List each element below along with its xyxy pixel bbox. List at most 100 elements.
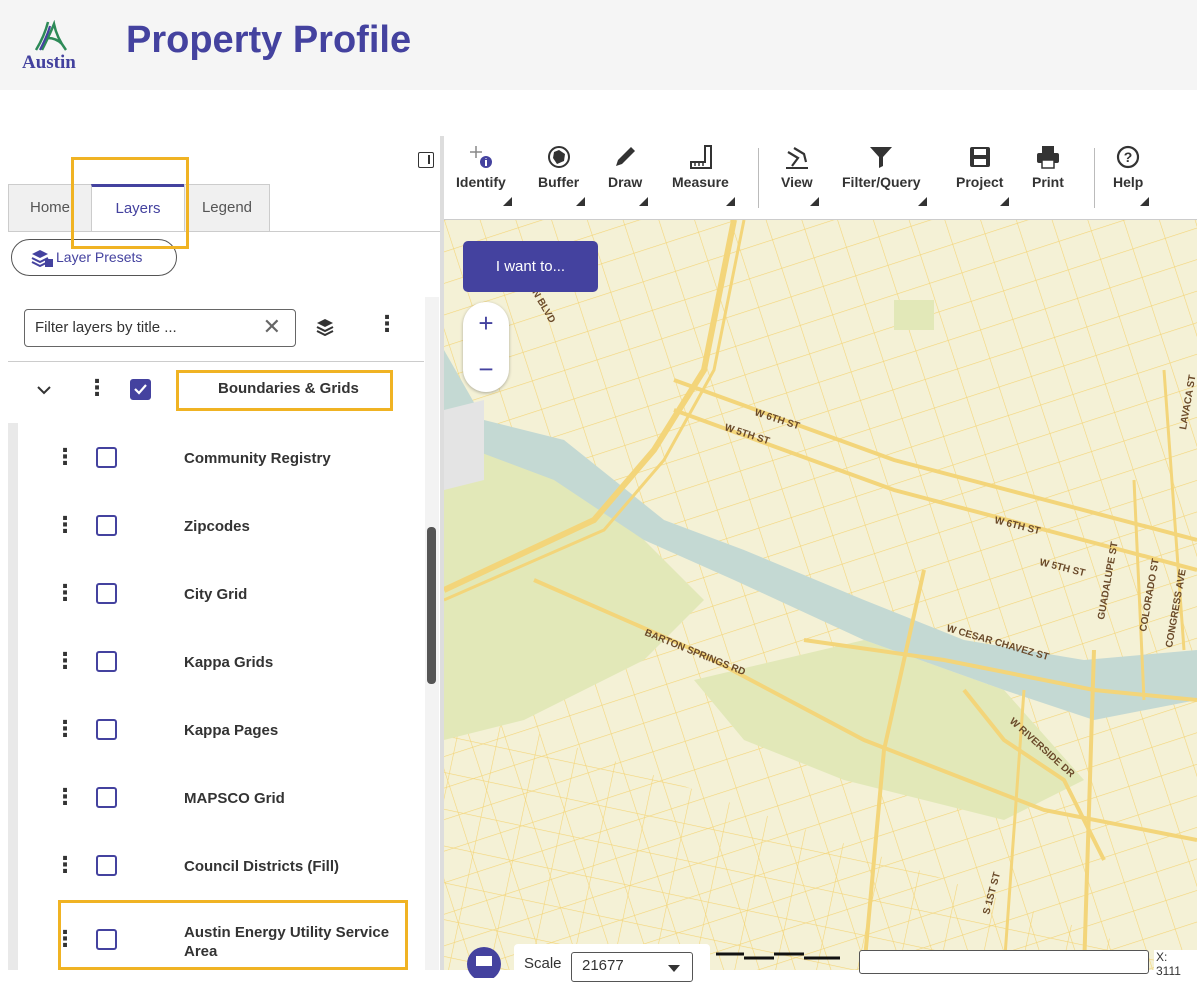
group-label: Boundaries & Grids xyxy=(218,380,359,397)
layer-row[interactable]: ⋮ Kappa Grids xyxy=(0,634,420,694)
layer-checkbox[interactable] xyxy=(96,651,117,672)
layer-checkbox[interactable] xyxy=(96,719,117,740)
scale-label: Scale xyxy=(524,955,562,972)
filter-icon xyxy=(870,147,893,168)
layer-row[interactable]: ⋮ Community Registry xyxy=(0,430,420,490)
save-icon xyxy=(969,147,990,167)
filter-layers-input[interactable]: Filter layers by title ... ✕ xyxy=(24,309,296,347)
layer-menu-icon[interactable]: ⋮ xyxy=(54,582,76,604)
buffer-label: Buffer xyxy=(538,174,580,190)
layer-label: Kappa Grids xyxy=(184,654,274,671)
layer-checkbox[interactable] xyxy=(96,787,117,808)
layer-group-row[interactable]: ⋮ Boundaries & Grids xyxy=(0,372,420,410)
filter-placeholder: Filter layers by title ... xyxy=(35,319,177,336)
layer-menu-icon[interactable]: ⋮ xyxy=(54,650,76,672)
dropdown-icon xyxy=(809,197,819,206)
measure-button[interactable]: Measure xyxy=(672,144,735,206)
help-button[interactable]: ? Help xyxy=(1113,144,1150,206)
draw-button[interactable]: Draw xyxy=(608,144,649,206)
buffer-button[interactable]: Buffer xyxy=(538,144,586,206)
austin-logo: Austin xyxy=(20,20,90,80)
checkmark-icon xyxy=(134,384,147,395)
layer-menu-icon[interactable]: ⋮ xyxy=(54,718,76,740)
map-toolbar: Identify Buffer Draw Measure View Filter… xyxy=(444,136,1197,220)
clear-icon[interactable]: ✕ xyxy=(263,310,281,344)
i-want-to-button[interactable]: I want to... xyxy=(463,241,598,292)
layer-checkbox[interactable] xyxy=(96,583,117,604)
layer-row[interactable]: ⋮ Kappa Pages xyxy=(0,702,420,762)
layer-label: Community Registry xyxy=(184,450,331,467)
layer-menu-icon[interactable]: ⋮ xyxy=(54,928,76,950)
print-label: Print xyxy=(1032,174,1064,190)
layer-checkbox[interactable] xyxy=(96,929,117,950)
layer-presets-label: Layer Presets xyxy=(56,249,143,265)
collapse-panel-icon[interactable] xyxy=(418,152,434,168)
map-settings-icon[interactable] xyxy=(466,946,502,978)
coordinate-readout: X: 3111 xyxy=(1154,950,1197,978)
layer-label: Austin Energy Utility Service Area xyxy=(184,924,390,960)
map-footer: Scale 21677 X: 3111 xyxy=(444,938,1197,982)
tab-divider xyxy=(8,231,440,232)
identify-button[interactable]: Identify xyxy=(456,144,512,206)
zoom-out-button[interactable]: − xyxy=(463,354,509,385)
identify-label: Identify xyxy=(456,174,506,190)
dropdown-icon xyxy=(576,197,586,206)
layer-menu-icon[interactable]: ⋮ xyxy=(54,854,76,876)
layer-presets-button[interactable]: Layer Presets xyxy=(11,239,177,276)
layer-row[interactable]: ⋮ Council Districts (Fill) xyxy=(0,838,420,898)
view-button[interactable]: View xyxy=(781,144,819,206)
map-view[interactable]: W 6TH ST W 5TH ST W 6TH ST W 5TH ST BART… xyxy=(444,220,1197,970)
buffer-icon xyxy=(547,146,570,168)
project-label: Project xyxy=(956,174,1004,190)
layer-menu-icon[interactable]: ⋮ xyxy=(54,786,76,808)
layer-menu-icon[interactable]: ⋮ xyxy=(54,514,76,536)
layer-menu-icon[interactable]: ⋮ xyxy=(54,446,76,468)
dropdown-icon xyxy=(1140,197,1150,206)
coordinate-search-input[interactable] xyxy=(859,950,1149,974)
more-options-icon[interactable]: ⋮ xyxy=(376,313,398,335)
tab-layers[interactable]: Layers xyxy=(91,184,185,232)
tab-home[interactable]: Home xyxy=(8,184,92,232)
layers-stack-icon xyxy=(31,250,53,267)
chevron-down-icon[interactable] xyxy=(36,381,52,399)
help-icon: ? xyxy=(1117,145,1140,169)
print-button[interactable]: Print xyxy=(1032,144,1064,190)
layer-checkbox[interactable] xyxy=(96,447,117,468)
layer-row[interactable]: ⋮ MAPSCO Grid xyxy=(0,770,420,830)
app-header: Austin Property Profile xyxy=(0,0,1197,90)
page-title: Property Profile xyxy=(126,19,412,61)
layer-label: Council Districts (Fill) xyxy=(184,858,340,875)
dropdown-icon xyxy=(639,197,649,206)
tab-legend[interactable]: Legend xyxy=(184,184,270,232)
layer-checkbox[interactable] xyxy=(96,515,117,536)
view-label: View xyxy=(781,174,813,190)
ruler-icon xyxy=(690,145,713,169)
zoom-control: + − xyxy=(463,302,509,392)
project-button[interactable]: Project xyxy=(956,144,1010,206)
layer-checkbox[interactable] xyxy=(96,855,117,876)
logo-text: Austin xyxy=(22,52,76,73)
layer-label: City Grid xyxy=(184,586,248,603)
scale-select[interactable]: 21677 xyxy=(571,952,693,982)
svg-text:?: ? xyxy=(1124,149,1133,165)
zoom-in-button[interactable]: + xyxy=(463,308,509,339)
identify-icon xyxy=(469,146,492,168)
layers-options-icon[interactable] xyxy=(316,318,336,336)
layer-label: Kappa Pages xyxy=(184,722,279,739)
map-canvas[interactable]: W 6TH ST W 5TH ST W 6TH ST W 5TH ST BART… xyxy=(444,220,1197,970)
group-menu-icon[interactable]: ⋮ xyxy=(86,377,108,399)
measure-label: Measure xyxy=(672,174,729,190)
divider xyxy=(8,361,424,362)
layer-label: Zipcodes xyxy=(184,518,250,535)
pencil-icon xyxy=(616,147,636,166)
scrollbar-thumb[interactable] xyxy=(427,527,436,684)
filter-query-button[interactable]: Filter/Query xyxy=(842,144,927,206)
help-label: Help xyxy=(1113,174,1144,190)
layer-row[interactable]: ⋮ Zipcodes xyxy=(0,498,420,558)
draw-label: Draw xyxy=(608,174,643,190)
layer-row[interactable]: ⋮ City Grid xyxy=(0,566,420,626)
group-checkbox[interactable] xyxy=(130,379,151,400)
view-icon xyxy=(785,147,808,169)
layer-row[interactable]: ⋮ Austin Energy Utility Service Area xyxy=(0,912,420,972)
dropdown-icon xyxy=(725,197,735,206)
